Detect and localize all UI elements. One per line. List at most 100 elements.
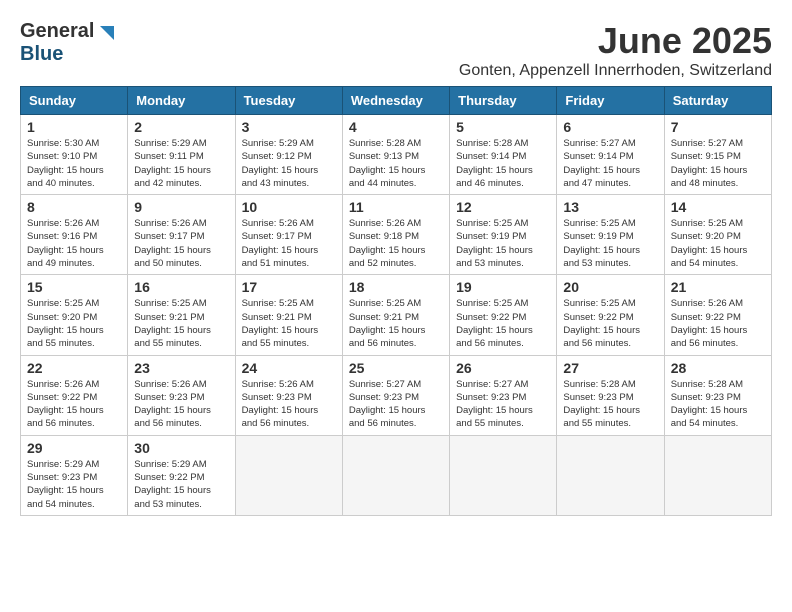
day-number: 29 [27,440,121,456]
table-row: 10 Sunrise: 5:26 AMSunset: 9:17 PMDayligh… [235,195,342,275]
day-number: 12 [456,199,550,215]
day-info: Sunrise: 5:25 AMSunset: 9:21 PMDaylight:… [242,297,336,350]
table-row: 29 Sunrise: 5:29 AMSunset: 9:23 PMDayligh… [21,435,128,515]
day-number: 26 [456,360,550,376]
table-row: 14 Sunrise: 5:25 AMSunset: 9:20 PMDayligh… [664,195,771,275]
title-area: June 2025 Gonten, Appenzell Innerrhoden,… [459,20,772,80]
day-info: Sunrise: 5:26 AMSunset: 9:22 PMDaylight:… [671,297,765,350]
table-row: 3 Sunrise: 5:29 AMSunset: 9:12 PMDaylight… [235,115,342,195]
day-info: Sunrise: 5:26 AMSunset: 9:16 PMDaylight:… [27,217,121,270]
day-number: 6 [563,119,657,135]
header-tuesday: Tuesday [235,87,342,115]
day-info: Sunrise: 5:28 AMSunset: 9:14 PMDaylight:… [456,137,550,190]
calendar-week-row: 29 Sunrise: 5:29 AMSunset: 9:23 PMDayligh… [21,435,772,515]
day-info: Sunrise: 5:25 AMSunset: 9:19 PMDaylight:… [456,217,550,270]
logo: General Blue [20,20,114,66]
table-row: 30 Sunrise: 5:29 AMSunset: 9:22 PMDayligh… [128,435,235,515]
header-friday: Friday [557,87,664,115]
day-info: Sunrise: 5:27 AMSunset: 9:23 PMDaylight:… [456,378,550,431]
table-row: 22Sunrise: 5:26 AMSunset: 9:22 PMDayligh… [21,355,128,435]
calendar-week-row: 8 Sunrise: 5:26 AMSunset: 9:16 PMDaylight… [21,195,772,275]
table-row [664,435,771,515]
day-info: Sunrise: 5:28 AMSunset: 9:23 PMDaylight:… [671,378,765,431]
table-row: 7 Sunrise: 5:27 AMSunset: 9:15 PMDaylight… [664,115,771,195]
day-info: Sunrise: 5:25 AMSunset: 9:22 PMDaylight:… [563,297,657,350]
calendar-week-row: 22Sunrise: 5:26 AMSunset: 9:22 PMDayligh… [21,355,772,435]
table-row: 21Sunrise: 5:26 AMSunset: 9:22 PMDayligh… [664,275,771,355]
day-info: Sunrise: 5:27 AMSunset: 9:14 PMDaylight:… [563,137,657,190]
day-info: Sunrise: 5:25 AMSunset: 9:19 PMDaylight:… [563,217,657,270]
day-number: 18 [349,279,443,295]
table-row: 23 Sunrise: 5:26 AMSunset: 9:23 PMDayligh… [128,355,235,435]
weekday-header-row: Sunday Monday Tuesday Wednesday Thursday… [21,87,772,115]
day-number: 7 [671,119,765,135]
day-info: Sunrise: 5:29 AMSunset: 9:23 PMDaylight:… [27,458,121,511]
day-info: Sunrise: 5:29 AMSunset: 9:12 PMDaylight:… [242,137,336,190]
day-number: 10 [242,199,336,215]
table-row [557,435,664,515]
day-info: Sunrise: 5:25 AMSunset: 9:20 PMDaylight:… [27,297,121,350]
day-info: Sunrise: 5:28 AMSunset: 9:23 PMDaylight:… [563,378,657,431]
logo-triangle-icon [96,22,114,40]
day-number: 23 [134,360,228,376]
day-number: 27 [563,360,657,376]
day-number: 9 [134,199,228,215]
day-number: 16 [134,279,228,295]
day-number: 22 [27,360,121,376]
day-info: Sunrise: 5:29 AMSunset: 9:22 PMDaylight:… [134,458,228,511]
day-number: 1 [27,119,121,135]
day-info: Sunrise: 5:26 AMSunset: 9:17 PMDaylight:… [134,217,228,270]
day-number: 4 [349,119,443,135]
day-number: 17 [242,279,336,295]
table-row: 26 Sunrise: 5:27 AMSunset: 9:23 PMDayligh… [450,355,557,435]
table-row: 1 Sunrise: 5:30 AMSunset: 9:10 PMDaylight… [21,115,128,195]
day-number: 11 [349,199,443,215]
table-row: 12 Sunrise: 5:25 AMSunset: 9:19 PMDayligh… [450,195,557,275]
day-number: 24 [242,360,336,376]
table-row: 25Sunrise: 5:27 AMSunset: 9:23 PMDayligh… [342,355,449,435]
header-sunday: Sunday [21,87,128,115]
day-number: 20 [563,279,657,295]
logo-general: General [20,20,94,43]
table-row: 16 Sunrise: 5:25 AMSunset: 9:21 PMDayligh… [128,275,235,355]
table-row: 19 Sunrise: 5:25 AMSunset: 9:22 PMDayligh… [450,275,557,355]
day-info: Sunrise: 5:26 AMSunset: 9:18 PMDaylight:… [349,217,443,270]
day-info: Sunrise: 5:25 AMSunset: 9:21 PMDaylight:… [134,297,228,350]
table-row [342,435,449,515]
day-info: Sunrise: 5:30 AMSunset: 9:10 PMDaylight:… [27,137,121,190]
day-info: Sunrise: 5:28 AMSunset: 9:13 PMDaylight:… [349,137,443,190]
table-row: 28Sunrise: 5:28 AMSunset: 9:23 PMDayligh… [664,355,771,435]
day-info: Sunrise: 5:25 AMSunset: 9:20 PMDaylight:… [671,217,765,270]
day-number: 5 [456,119,550,135]
table-row: 18 Sunrise: 5:25 AMSunset: 9:21 PMDayligh… [342,275,449,355]
table-row: 15 Sunrise: 5:25 AMSunset: 9:20 PMDayligh… [21,275,128,355]
day-info: Sunrise: 5:27 AMSunset: 9:15 PMDaylight:… [671,137,765,190]
calendar-title: June 2025 [459,20,772,62]
table-row: 17 Sunrise: 5:25 AMSunset: 9:21 PMDayligh… [235,275,342,355]
day-number: 19 [456,279,550,295]
table-row: 4 Sunrise: 5:28 AMSunset: 9:13 PMDaylight… [342,115,449,195]
day-number: 15 [27,279,121,295]
day-number: 3 [242,119,336,135]
calendar-week-row: 15 Sunrise: 5:25 AMSunset: 9:20 PMDayligh… [21,275,772,355]
table-row: 5 Sunrise: 5:28 AMSunset: 9:14 PMDaylight… [450,115,557,195]
day-number: 8 [27,199,121,215]
table-row: 24Sunrise: 5:26 AMSunset: 9:23 PMDayligh… [235,355,342,435]
calendar-subtitle: Gonten, Appenzell Innerrhoden, Switzerla… [459,62,772,80]
day-number: 14 [671,199,765,215]
day-info: Sunrise: 5:26 AMSunset: 9:23 PMDaylight:… [134,378,228,431]
table-row: 2Sunrise: 5:29 AMSunset: 9:11 PMDaylight… [128,115,235,195]
table-row: 27 Sunrise: 5:28 AMSunset: 9:23 PMDayligh… [557,355,664,435]
day-number: 25 [349,360,443,376]
day-info: Sunrise: 5:25 AMSunset: 9:21 PMDaylight:… [349,297,443,350]
day-info: Sunrise: 5:26 AMSunset: 9:17 PMDaylight:… [242,217,336,270]
header-saturday: Saturday [664,87,771,115]
table-row: 6 Sunrise: 5:27 AMSunset: 9:14 PMDaylight… [557,115,664,195]
header-thursday: Thursday [450,87,557,115]
header-wednesday: Wednesday [342,87,449,115]
day-info: Sunrise: 5:25 AMSunset: 9:22 PMDaylight:… [456,297,550,350]
table-row: 9 Sunrise: 5:26 AMSunset: 9:17 PMDaylight… [128,195,235,275]
day-number: 13 [563,199,657,215]
day-number: 30 [134,440,228,456]
table-row: 8 Sunrise: 5:26 AMSunset: 9:16 PMDaylight… [21,195,128,275]
